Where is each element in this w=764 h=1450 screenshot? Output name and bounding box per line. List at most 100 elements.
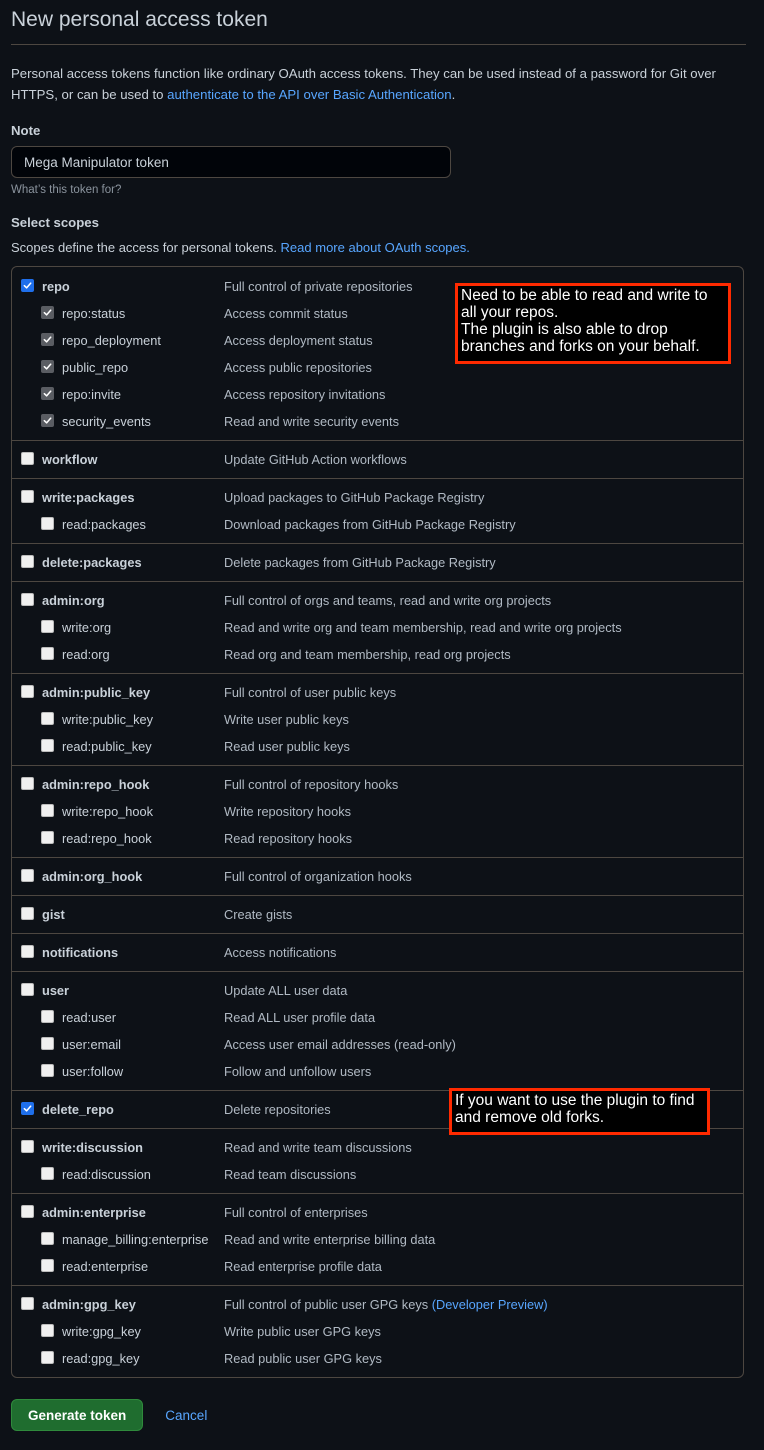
- scope-name[interactable]: admin:gpg_key: [42, 1291, 136, 1318]
- scope-name[interactable]: read:user: [62, 1004, 116, 1031]
- scope-name[interactable]: read:public_key: [62, 733, 152, 760]
- generate-token-button[interactable]: Generate token: [11, 1399, 144, 1431]
- scope-checkbox[interactable]: [41, 517, 54, 530]
- scope-name[interactable]: gist: [42, 901, 65, 928]
- developer-preview-link[interactable]: (Developer Preview): [432, 1297, 548, 1312]
- scope-checkbox[interactable]: [21, 1102, 34, 1115]
- basic-auth-link[interactable]: authenticate to the API over Basic Authe…: [167, 87, 451, 102]
- scope-description-text: Write user public keys: [224, 712, 349, 727]
- scope-checkbox[interactable]: [41, 360, 54, 373]
- scope-name[interactable]: repo:status: [62, 300, 125, 327]
- token-form: New personal access token Personal acces…: [11, 0, 746, 1378]
- scope-row: delete:packages Delete packages from GitH…: [12, 549, 743, 576]
- scope-description: Access notifications: [224, 939, 336, 966]
- scope-group: write:packages Upload packages to GitHub …: [12, 478, 743, 543]
- scope-name[interactable]: read:discussion: [62, 1161, 151, 1188]
- scope-name[interactable]: repo_deployment: [62, 327, 161, 354]
- scope-name[interactable]: read:org: [62, 641, 110, 668]
- scope-name[interactable]: notifications: [42, 939, 118, 966]
- cancel-link[interactable]: Cancel: [165, 1408, 207, 1423]
- scope-description: Access user email addresses (read-only): [224, 1031, 456, 1058]
- scope-checkbox[interactable]: [41, 804, 54, 817]
- scope-name[interactable]: workflow: [42, 446, 97, 473]
- oauth-scopes-link[interactable]: Read more about OAuth scopes.: [281, 240, 470, 255]
- scope-checkbox[interactable]: [21, 452, 34, 465]
- scope-name[interactable]: read:repo_hook: [62, 825, 152, 852]
- scope-checkbox[interactable]: [21, 777, 34, 790]
- scope-name[interactable]: security_events: [62, 408, 151, 435]
- annotation-line: all your repos.: [461, 304, 559, 321]
- scope-description-text: Read user public keys: [224, 739, 350, 754]
- scope-name[interactable]: read:gpg_key: [62, 1345, 140, 1372]
- scope-checkbox[interactable]: [41, 306, 54, 319]
- scope-name[interactable]: admin:repo_hook: [42, 771, 149, 798]
- scope-checkbox[interactable]: [41, 1010, 54, 1023]
- scope-group: admin:org Full control of orgs and teams,…: [12, 581, 743, 673]
- scope-name[interactable]: user:follow: [62, 1058, 123, 1085]
- scope-name[interactable]: manage_billing:enterprise: [62, 1226, 209, 1253]
- scope-checkbox[interactable]: [21, 279, 34, 292]
- scope-description-text: Full control of public user GPG keys: [224, 1297, 429, 1312]
- scope-checkbox[interactable]: [21, 490, 34, 503]
- scope-description-text: Read team discussions: [224, 1167, 357, 1182]
- scope-description-text: Upload packages to GitHub Package Regist…: [224, 490, 485, 505]
- scope-checkbox[interactable]: [41, 387, 54, 400]
- scope-group: admin:gpg_key Full control of public user…: [12, 1285, 743, 1377]
- scope-name[interactable]: write:repo_hook: [62, 798, 153, 825]
- scope-checkbox[interactable]: [21, 1205, 34, 1218]
- scope-name[interactable]: write:org: [62, 614, 111, 641]
- scope-name[interactable]: admin:org_hook: [42, 863, 142, 890]
- sub-scope-row: manage_billing:enterprise Read and write …: [12, 1226, 743, 1253]
- scope-checkbox[interactable]: [21, 555, 34, 568]
- scope-checkbox[interactable]: [21, 945, 34, 958]
- scope-checkbox[interactable]: [21, 907, 34, 920]
- scope-name[interactable]: delete_repo: [42, 1096, 114, 1123]
- scope-checkbox[interactable]: [41, 333, 54, 346]
- scope-checkbox[interactable]: [41, 1232, 54, 1245]
- scope-name[interactable]: write:public_key: [62, 706, 153, 733]
- scope-group: workflow Update GitHub Action workflows: [12, 440, 743, 478]
- scope-checkbox[interactable]: [21, 983, 34, 996]
- scope-checkbox[interactable]: [41, 1351, 54, 1364]
- scope-name[interactable]: write:gpg_key: [62, 1318, 141, 1345]
- scope-checkbox[interactable]: [41, 414, 54, 427]
- scope-row: workflow Update GitHub Action workflows: [12, 446, 743, 473]
- scope-checkbox[interactable]: [41, 712, 54, 725]
- scope-checkbox[interactable]: [21, 685, 34, 698]
- scope-checkbox[interactable]: [21, 1297, 34, 1310]
- scope-checkbox[interactable]: [41, 739, 54, 752]
- scope-description: Read org and team membership, read org p…: [224, 641, 511, 668]
- scope-checkbox[interactable]: [41, 620, 54, 633]
- note-input[interactable]: [11, 146, 451, 178]
- scope-checkbox[interactable]: [41, 647, 54, 660]
- scope-name[interactable]: read:enterprise: [62, 1253, 148, 1280]
- scope-checkbox[interactable]: [41, 831, 54, 844]
- scope-checkbox[interactable]: [41, 1037, 54, 1050]
- scope-checkbox[interactable]: [21, 593, 34, 606]
- check-icon: [43, 363, 52, 370]
- page-title: New personal access token: [11, 0, 746, 45]
- scope-name[interactable]: user: [42, 977, 69, 1004]
- scope-name[interactable]: admin:public_key: [42, 679, 150, 706]
- scope-checkbox[interactable]: [21, 1140, 34, 1153]
- scope-checkbox[interactable]: [41, 1167, 54, 1180]
- scope-description: Write user public keys: [224, 706, 349, 733]
- scope-name[interactable]: user:email: [62, 1031, 121, 1058]
- scope-name[interactable]: admin:enterprise: [42, 1199, 146, 1226]
- scope-checkbox[interactable]: [41, 1259, 54, 1272]
- scope-checkbox[interactable]: [41, 1064, 54, 1077]
- scope-name[interactable]: delete:packages: [42, 549, 142, 576]
- scope-checkbox[interactable]: [21, 869, 34, 882]
- scope-name[interactable]: repo: [42, 273, 70, 300]
- scope-name[interactable]: write:discussion: [42, 1134, 143, 1161]
- scope-name[interactable]: write:packages: [42, 484, 134, 511]
- scope-description-text: Access repository invitations: [224, 387, 386, 402]
- scope-checkbox[interactable]: [41, 1324, 54, 1337]
- scope-name[interactable]: repo:invite: [62, 381, 121, 408]
- scope-name[interactable]: admin:org: [42, 587, 105, 614]
- scope-row: write:discussion Read and write team disc…: [12, 1134, 743, 1161]
- scope-description: Delete repositories: [224, 1096, 331, 1123]
- scope-name[interactable]: public_repo: [62, 354, 128, 381]
- scope-name[interactable]: read:packages: [62, 511, 146, 538]
- scope-description: Read and write org and team membership, …: [224, 614, 622, 641]
